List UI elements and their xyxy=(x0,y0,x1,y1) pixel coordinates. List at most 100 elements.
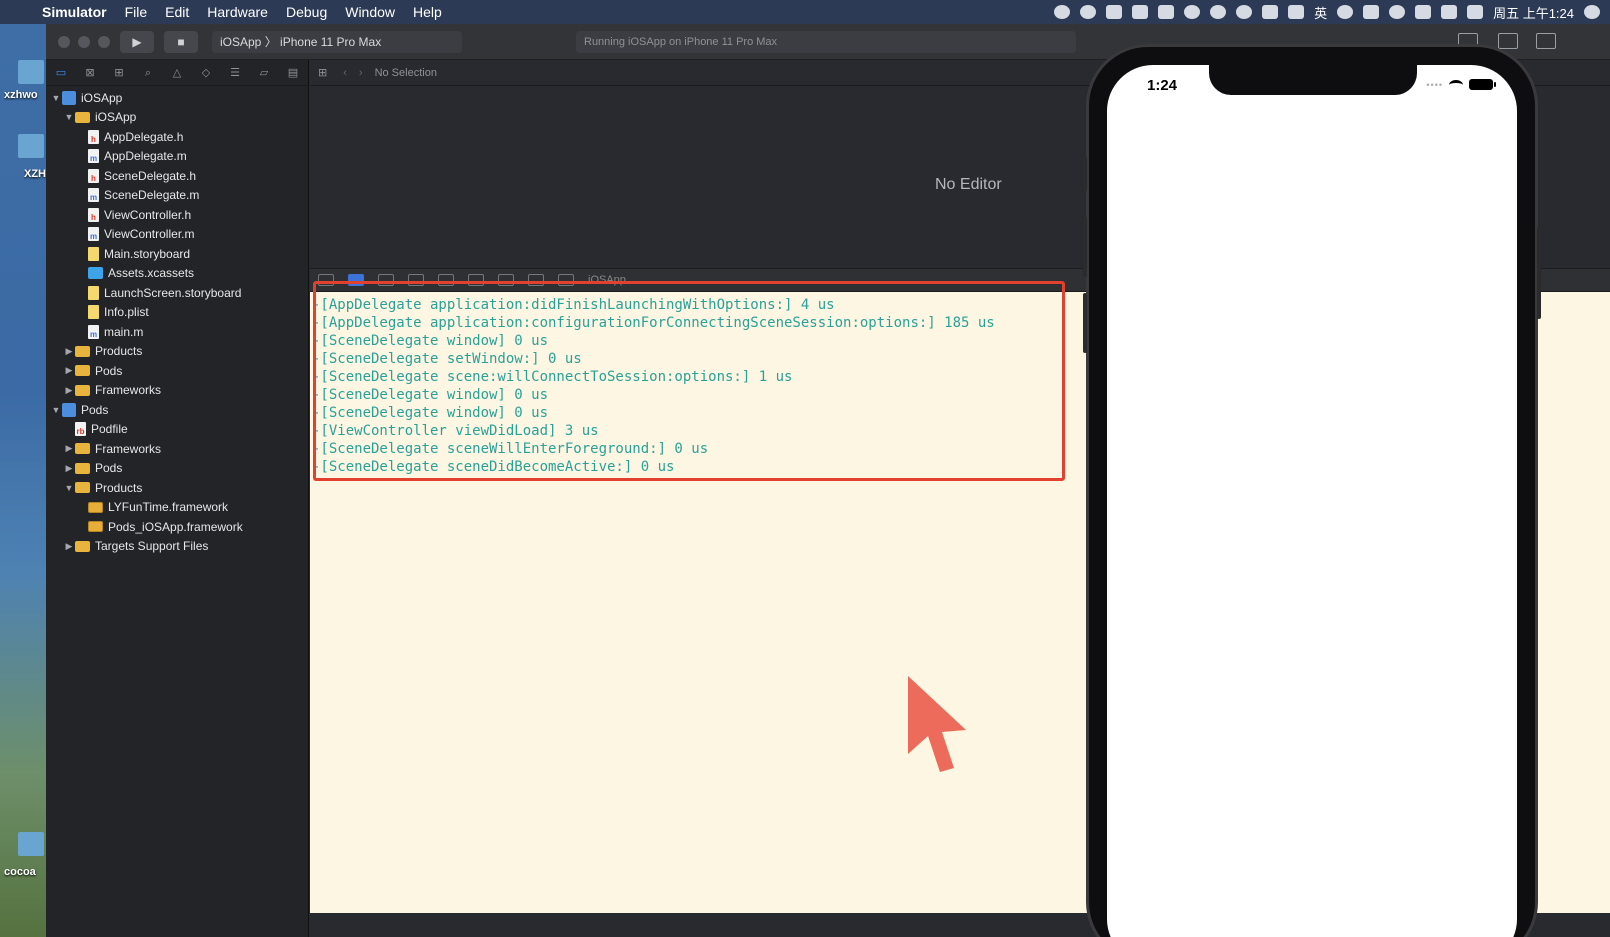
usb-icon[interactable] xyxy=(1132,5,1149,19)
menubar-clock[interactable]: 周五 上午1:24 xyxy=(1493,3,1574,22)
step-into-icon[interactable] xyxy=(438,274,454,286)
memory-graph-icon[interactable] xyxy=(528,274,544,286)
close-window-button[interactable] xyxy=(58,36,70,48)
spotlight-search-icon[interactable] xyxy=(1584,5,1600,19)
chat-icon[interactable] xyxy=(1337,5,1354,19)
desktop-folder-icon[interactable] xyxy=(18,134,44,158)
back-arrow-icon[interactable]: ‹ xyxy=(343,67,347,79)
issue-navigator-icon[interactable]: △ xyxy=(168,66,186,80)
menu-help[interactable]: Help xyxy=(404,4,451,20)
disclosure-closed-icon[interactable]: ▶ xyxy=(63,365,75,376)
scheme-selector[interactable]: iOSApp 〉 iPhone 11 Pro Max xyxy=(212,31,462,53)
disclosure-open-icon[interactable]: ▼ xyxy=(50,93,62,103)
navigator-item[interactable]: h AppDelegate.h xyxy=(46,127,308,147)
display-icon[interactable] xyxy=(1262,5,1279,19)
disclosure-closed-icon[interactable]: ▶ xyxy=(63,463,75,474)
navigator-item[interactable]: h SceneDelegate.h xyxy=(46,166,308,186)
wechat-icon[interactable] xyxy=(1054,5,1071,19)
timer-icon[interactable] xyxy=(1236,5,1253,19)
debug-navigator-icon[interactable]: ☰ xyxy=(226,66,244,80)
menu-app-name[interactable]: Simulator xyxy=(38,4,116,20)
zoom-window-button[interactable] xyxy=(98,36,110,48)
battery-icon[interactable] xyxy=(1441,5,1458,19)
navigator-item[interactable]: ▶ Pods xyxy=(46,459,308,479)
disclosure-open-icon[interactable]: ▼ xyxy=(63,483,75,493)
navigator-item[interactable]: ▶ Frameworks xyxy=(46,439,308,459)
navigator-item[interactable]: Pods_iOSApp.framework xyxy=(46,517,308,537)
clock-icon[interactable] xyxy=(1184,5,1201,19)
disclosure-closed-icon[interactable]: ▶ xyxy=(63,385,75,396)
folder-navigator-icon[interactable]: ▭ xyxy=(52,66,70,80)
menu-debug[interactable]: Debug xyxy=(277,4,336,20)
navigator-item[interactable]: ▼ Pods xyxy=(46,400,308,420)
disclosure-closed-icon[interactable]: ▶ xyxy=(63,346,75,357)
navigator-item[interactable]: Info.plist xyxy=(46,303,308,323)
navigator-item[interactable]: ▶ Products xyxy=(46,342,308,362)
navigator-item-label: Assets.xcassets xyxy=(108,266,195,281)
navigator-item[interactable]: rb Podfile xyxy=(46,420,308,440)
forward-arrow-icon[interactable]: › xyxy=(359,67,363,79)
navigator-item[interactable]: m SceneDelegate.m xyxy=(46,186,308,206)
symbol-navigator-icon[interactable]: ⊞ xyxy=(110,66,128,80)
menu-file[interactable]: File xyxy=(116,4,157,20)
disclosure-open-icon[interactable]: ▼ xyxy=(50,405,62,415)
environment-overrides-icon[interactable] xyxy=(558,274,574,286)
navigator-item[interactable]: m main.m xyxy=(46,322,308,342)
step-out-icon[interactable] xyxy=(468,274,484,286)
hide-debug-area-icon[interactable] xyxy=(318,274,334,286)
menu-window[interactable]: Window xyxy=(336,4,404,20)
toggle-inspector-icon[interactable] xyxy=(1536,33,1556,49)
view-hierarchy-icon[interactable] xyxy=(498,274,514,286)
disclosure-closed-icon[interactable]: ▶ xyxy=(63,443,75,454)
mute-switch[interactable] xyxy=(1083,157,1087,191)
report-navigator-icon[interactable]: ▤ xyxy=(284,66,302,80)
desktop-folder-icon[interactable] xyxy=(18,832,44,856)
run-button[interactable]: ▶ xyxy=(120,31,154,53)
step-over-icon[interactable] xyxy=(408,274,424,286)
find-navigator-icon[interactable]: ⌕ xyxy=(139,66,157,80)
minimize-window-button[interactable] xyxy=(78,36,90,48)
navigator-item[interactable]: ▼ iOSApp xyxy=(46,88,308,108)
navigator-item[interactable]: m AppDelegate.m xyxy=(46,147,308,167)
volume-down-button[interactable] xyxy=(1083,293,1087,353)
volume-icon[interactable] xyxy=(1415,5,1432,19)
source-control-icon[interactable]: ⊠ xyxy=(81,66,99,80)
wifi-icon[interactable] xyxy=(1389,5,1406,19)
stop-button[interactable]: ■ xyxy=(164,31,198,53)
breakpoints-toggle-icon[interactable] xyxy=(348,274,364,286)
navigator-item[interactable]: ▶ Pods xyxy=(46,361,308,381)
volume-up-button[interactable] xyxy=(1083,217,1087,277)
input-method-indicator[interactable]: 英 xyxy=(1314,3,1327,22)
s-app-icon[interactable] xyxy=(1467,5,1484,19)
microphone-icon[interactable] xyxy=(1288,5,1305,19)
disclosure-open-icon[interactable]: ▼ xyxy=(63,112,75,122)
navigator-item[interactable]: ▼ Products xyxy=(46,478,308,498)
toggle-debug-area-icon[interactable] xyxy=(1498,33,1518,49)
console-line: -[ViewController viewDidLoad] 3 us xyxy=(312,423,599,439)
cloud-icon[interactable] xyxy=(1210,5,1227,19)
test-navigator-icon[interactable]: ◇ xyxy=(197,66,215,80)
navigator-item[interactable]: LaunchScreen.storyboard xyxy=(46,283,308,303)
menu-edit[interactable]: Edit xyxy=(156,4,198,20)
trash-icon[interactable] xyxy=(1158,5,1175,19)
pause-icon[interactable] xyxy=(378,274,394,286)
navigator-item[interactable]: LYFunTime.framework xyxy=(46,498,308,518)
navigator-item[interactable]: ▼ iOSApp xyxy=(46,108,308,128)
breakpoint-navigator-icon[interactable]: ▱ xyxy=(255,66,273,80)
menu-hardware[interactable]: Hardware xyxy=(198,4,277,20)
power-button[interactable] xyxy=(1537,227,1541,319)
related-items-icon[interactable]: ⊞ xyxy=(318,66,327,79)
navigator-item[interactable]: Assets.xcassets xyxy=(46,264,308,284)
navigator-item[interactable]: Main.storyboard xyxy=(46,244,308,264)
cloud-sync-icon[interactable] xyxy=(1106,5,1123,19)
navigator-item[interactable]: ▶ Targets Support Files xyxy=(46,537,308,557)
disclosure-closed-icon[interactable]: ▶ xyxy=(63,541,75,552)
navigator-item[interactable]: ▶ Frameworks xyxy=(46,381,308,401)
jump-bar-selection[interactable]: No Selection xyxy=(375,67,437,79)
navigator-item[interactable]: h ViewController.h xyxy=(46,205,308,225)
desktop-folder-icon[interactable] xyxy=(18,60,44,84)
dots-menu-icon[interactable] xyxy=(1080,5,1097,19)
simulator-screen[interactable]: 1:24 •••• xyxy=(1107,65,1517,937)
bluetooth-icon[interactable] xyxy=(1363,5,1380,19)
navigator-item[interactable]: m ViewController.m xyxy=(46,225,308,245)
